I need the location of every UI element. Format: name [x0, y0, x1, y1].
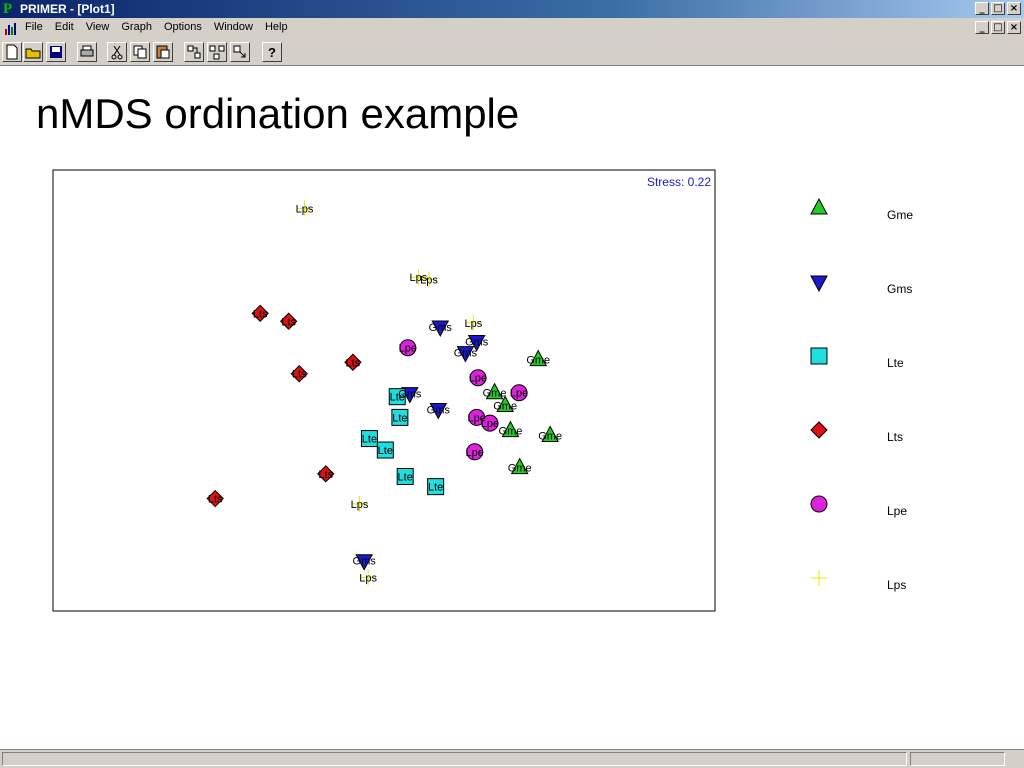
point-label-31: Lts — [253, 308, 268, 320]
nmds-plot: Stress: 0.22 Gme Gms Lte Lts Lpe Lps Lps Lps Lp… — [52, 169, 913, 612]
legend-label-lts: Lts — [887, 430, 903, 444]
legend-label-gms: Gms — [887, 282, 912, 296]
legend-marker-lts — [810, 421, 828, 439]
legend: Gme Gms Lte Lts Lpe Lps — [810, 197, 913, 592]
point-label-1: Lps — [296, 203, 314, 215]
point-label-23: Gme — [538, 430, 562, 442]
point-label-13: Lpe — [399, 343, 417, 355]
legend-marker-gms — [810, 275, 828, 293]
point-label-11: Gms — [427, 404, 451, 416]
point-label-30: Lte — [428, 482, 443, 494]
legend-marker-lps — [811, 570, 827, 586]
point-label-15: Lpe — [510, 388, 528, 400]
point-label-27: Lte — [362, 434, 377, 446]
point-label-22: Gme — [499, 426, 523, 438]
stress-annotation: Stress: 0.22 — [647, 175, 711, 189]
point-label-14: Lpe — [469, 373, 487, 385]
legend-label-lpe: Lpe — [887, 504, 907, 518]
point-label-9: Gms — [454, 348, 478, 360]
point-label-5: Lps — [351, 499, 369, 511]
legend-label-lps: Lps — [887, 578, 906, 592]
legend-marker-gme — [810, 197, 828, 215]
point-label-20: Gme — [483, 388, 507, 400]
plot-frame — [52, 169, 716, 612]
point-label-7: Gms — [429, 322, 453, 334]
point-label-6: Lps — [359, 572, 377, 584]
point-label-29: Lte — [398, 471, 413, 483]
status-pane-main — [2, 752, 907, 766]
point-label-33: Lts — [346, 357, 361, 369]
point-label-35: Lts — [318, 469, 333, 481]
point-label-32: Lts — [281, 316, 296, 328]
legend-label-gme: Gme — [887, 208, 913, 222]
legend-marker-lpe — [810, 495, 828, 513]
point-label-24: Gme — [508, 463, 532, 475]
point-label-34: Lts — [292, 369, 307, 381]
point-label-26: Lte — [392, 412, 407, 424]
point-label-4: Lps — [464, 318, 482, 330]
point-label-3: Lps — [420, 274, 438, 286]
point-label-28: Lte — [378, 445, 393, 457]
status-bar — [0, 749, 1024, 768]
point-label-36: Lts — [208, 494, 223, 506]
point-label-18: Lpe — [466, 447, 484, 459]
point-label-17: Lpe — [481, 418, 499, 430]
status-pane-secondary — [910, 752, 1005, 766]
point-label-25: Lte — [390, 392, 405, 404]
point-label-19: Gme — [526, 355, 550, 367]
point-label-21: Gme — [493, 400, 517, 412]
legend-marker-lte — [810, 347, 828, 365]
legend-label-lte: Lte — [887, 356, 904, 370]
point-label-12: Gms — [353, 556, 377, 568]
